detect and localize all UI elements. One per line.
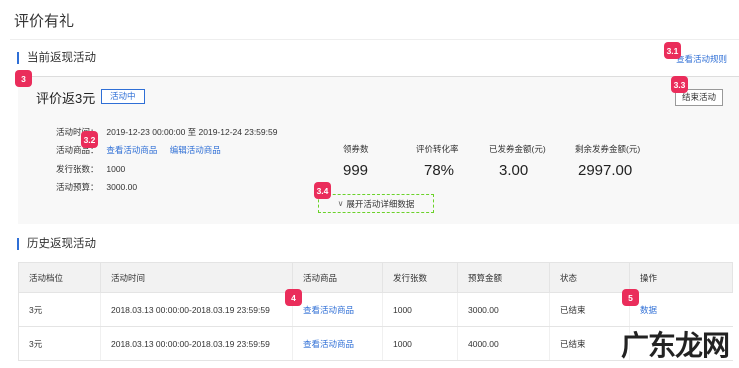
cell-budget: 3000.00 [457,292,550,327]
column-header: 预算金额 [457,262,550,293]
issued-count-row: 发行张数： 1000 [56,163,125,175]
view-goods-link[interactable]: 查看活动商品 [292,326,383,361]
stat-remaining-amount: 剩余发券金额(元) 2997.00 [575,143,640,179]
cell-budget: 4000.00 [457,326,550,361]
watermark: 广东龙网 [620,324,730,364]
view-goods-link[interactable]: 查看活动商品 [292,292,383,327]
stat-issued-amount: 已发券金额(元) 3.00 [489,143,546,179]
column-header: 活动时间 [100,262,293,293]
stat-label: 已发券金额(元) [489,144,546,154]
budget-value: 3000.00 [106,182,138,192]
annotation-badge-5: 5 [622,289,639,306]
edit-goods-link[interactable]: 编辑活动商品 [170,145,221,155]
watermark-text: 广东龙网 [620,329,730,362]
stat-label: 剩余发券金额(元) [575,144,641,154]
budget-row: 活动预算： 3000.00 [56,181,137,193]
column-header: 活动档位 [18,262,101,293]
cell-tier: 3元 [18,326,101,361]
annotation-badge-3-2: 3.2 [81,131,98,148]
issued-count-label: 发行张数： [56,164,99,174]
view-goods-link[interactable]: 查看活动商品 [106,145,157,155]
view-rules-link[interactable]: 查看活动规则 [676,53,727,65]
stat-value: 2997.00 [578,162,633,179]
expand-details-label: 展开活动详细数据 [346,198,415,209]
annotation-badge-3-4: 3.4 [314,182,331,199]
column-header: 发行张数 [382,262,458,293]
budget-label: 活动预算： [56,182,99,192]
cell-issued: 1000 [382,292,458,327]
column-header: 操作 [629,262,733,293]
cell-time: 2018.03.13 00:00:00-2018.03.19 23:59:59 [100,292,293,327]
history-section-title: 历史返现活动 [17,238,96,250]
column-header: 活动商品 [292,262,383,293]
stat-value: 999 [343,162,369,179]
table-header-row: 活动档位 活动时间 活动商品 发行张数 预算金额 状态 操作 [18,262,733,293]
annotation-badge-3-3: 3.3 [671,76,688,93]
cell-time: 2018.03.13 00:00:00-2018.03.19 23:59:59 [100,326,293,361]
column-header: 状态 [549,262,630,293]
status-badge: 活动中 [101,89,145,104]
current-section-title: 当前返现活动 [17,52,96,64]
stat-coupons-claimed: 领券数 999 [343,143,369,179]
issued-count-value: 1000 [106,164,126,174]
stat-value: 78% [424,162,455,179]
page-title: 评价有礼 [14,13,75,30]
activity-name: 评价返3元 [36,91,96,106]
activity-time-value: 2019-12-23 00:00:00 至 2019-12-24 23:59:5… [106,127,278,137]
annotation-badge-3-1: 3.1 [664,42,681,59]
cell-status: 已结束 [549,292,630,327]
expand-details-button[interactable]: ∨ 展开活动详细数据 [318,194,434,213]
title-divider [10,39,739,40]
cell-issued: 1000 [382,326,458,361]
stat-label: 领券数 [343,144,369,154]
annotation-badge-4: 4 [285,289,302,306]
annotation-badge-3: 3 [15,70,32,87]
stat-value: 3.00 [499,162,529,179]
cell-status: 已结束 [549,326,630,361]
chevron-down-icon: ∨ [337,199,344,208]
stat-review-conversion: 评价转化率 78% [416,143,459,179]
stat-label: 评价转化率 [416,144,459,154]
cell-tier: 3元 [18,292,101,327]
data-link[interactable]: 数据 [629,292,733,327]
